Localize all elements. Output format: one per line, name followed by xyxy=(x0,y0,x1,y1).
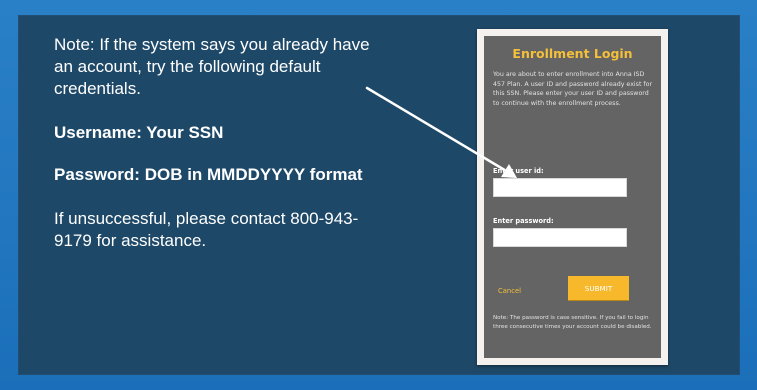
password-input[interactable] xyxy=(493,228,627,247)
user-id-label: Enter user id: xyxy=(493,167,544,175)
user-id-input[interactable] xyxy=(493,178,627,197)
instruction-text: Note: If the system says you already hav… xyxy=(54,34,374,270)
cancel-link[interactable]: Cancel xyxy=(498,287,521,295)
password-hint: Password: DOB in MMDDYYYY format xyxy=(54,165,363,184)
submit-button[interactable]: SUBMIT xyxy=(568,276,629,300)
contact-text: If unsuccessful, please contact 800-943-… xyxy=(54,209,359,250)
username-hint: Username: Your SSN xyxy=(54,123,224,142)
password-label: Enter password: xyxy=(493,217,554,225)
login-footnote: Note: The password is case sensitive. If… xyxy=(493,315,652,331)
login-screenshot-frame: Enrollment Login You are about to enter … xyxy=(477,29,668,365)
note-text: Note: If the system says you already hav… xyxy=(54,35,370,98)
login-description: You are about to enter enrollment into A… xyxy=(493,71,653,107)
enrollment-login-card: Enrollment Login You are about to enter … xyxy=(484,36,661,358)
login-title: Enrollment Login xyxy=(512,46,633,61)
